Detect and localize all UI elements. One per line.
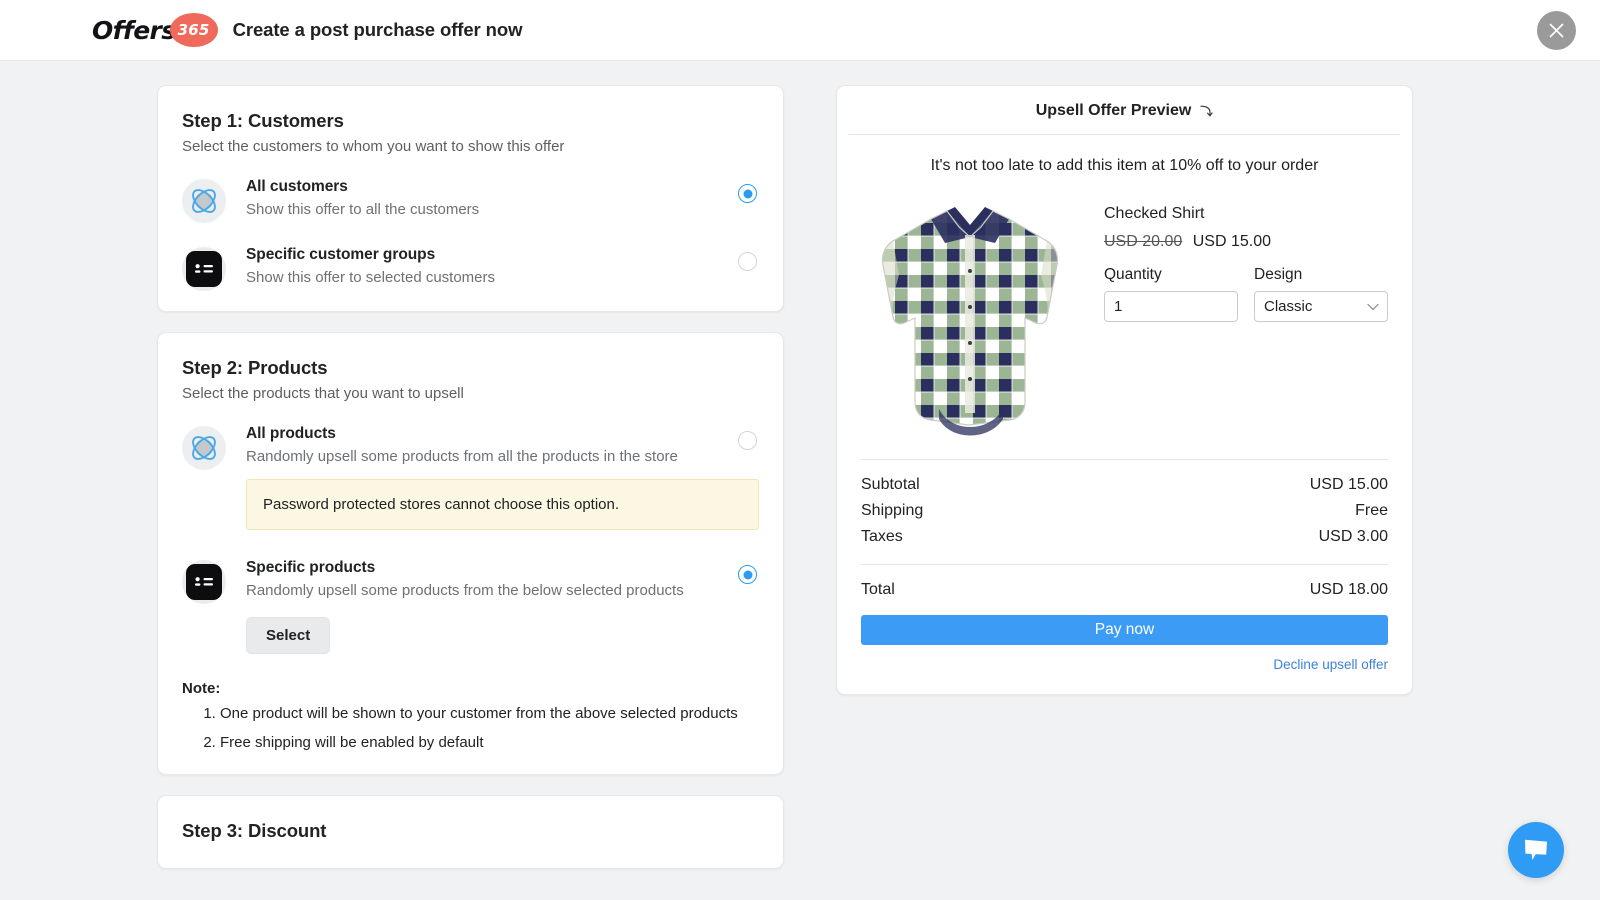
- note-list: One product will be shown to your custom…: [220, 703, 759, 754]
- grand-total-row: Total USD 18.00: [861, 577, 1388, 603]
- list-item: Free shipping will be enabled by default: [220, 732, 759, 755]
- redo-arrow-icon: [1199, 104, 1213, 118]
- option-desc: Randomly upsell some products from the b…: [246, 582, 759, 599]
- option-text: All products Randomly upsell some produc…: [246, 424, 759, 530]
- total-row: Taxes USD 3.00: [861, 524, 1388, 550]
- brand-badge: 365: [170, 13, 218, 47]
- pay-now-button[interactable]: Pay now: [861, 615, 1388, 645]
- chat-bubble-icon: [1522, 837, 1550, 863]
- product-name: Checked Shirt: [1104, 205, 1388, 223]
- radio-all-customers[interactable]: [738, 184, 757, 203]
- product-image-wrap: [861, 197, 1076, 445]
- price-original: USD 20.00: [1104, 233, 1182, 250]
- option-text: Specific products Randomly upsell some p…: [246, 558, 759, 654]
- total-value: Free: [1355, 502, 1388, 520]
- page-title: Create a post purchase offer now: [233, 19, 523, 41]
- option-text: Specific customer groups Show this offer…: [246, 245, 759, 286]
- total-value: USD 3.00: [1319, 528, 1388, 546]
- brand-logo: Offers 365: [92, 13, 218, 47]
- step-3-card: Step 3: Discount: [157, 795, 784, 869]
- password-protected-warning: Password protected stores cannot choose …: [246, 479, 759, 530]
- top-bar: Offers 365 Create a post purchase offer …: [0, 0, 1600, 61]
- option-title: All customers: [246, 178, 759, 196]
- total-label: Taxes: [861, 528, 903, 546]
- option-specific-customer-groups[interactable]: Specific customer groups Show this offer…: [182, 245, 759, 291]
- product-info: Checked Shirt USD 20.00 USD 15.00 Quanti…: [1076, 197, 1388, 445]
- design-field: Design Classic: [1254, 266, 1388, 322]
- preview-tagline: It's not too late to add this item at 10…: [837, 135, 1412, 181]
- list-item: One product will be shown to your custom…: [220, 703, 759, 726]
- decline-upsell-link[interactable]: Decline upsell offer: [861, 657, 1388, 672]
- step-1-subtitle: Select the customers to whom you want to…: [182, 138, 759, 155]
- steps-column: Step 1: Customers Select the customers t…: [157, 85, 784, 889]
- step-2-subtitle: Select the products that you want to ups…: [182, 385, 759, 402]
- brand-name: Offers: [92, 16, 176, 45]
- id-card-icon: [182, 247, 226, 291]
- option-desc: Randomly upsell some products from all t…: [246, 448, 759, 465]
- radio-all-products[interactable]: [738, 431, 757, 450]
- step-1-title: Step 1: Customers: [182, 110, 759, 132]
- step-3-title: Step 3: Discount: [182, 820, 759, 842]
- design-select-wrap: Classic: [1254, 291, 1388, 322]
- option-title: Specific products: [246, 559, 759, 577]
- order-totals: Subtotal USD 15.00 Shipping Free Taxes U…: [861, 459, 1388, 672]
- step-2-card: Step 2: Products Select the products tha…: [157, 332, 784, 775]
- option-all-customers[interactable]: All customers Show this offer to all the…: [182, 177, 759, 223]
- option-specific-products[interactable]: Specific products Randomly upsell some p…: [182, 558, 759, 654]
- preview-column: Upsell Offer Preview It's not too late t…: [836, 85, 1413, 695]
- divider: [861, 459, 1388, 460]
- option-desc: Show this offer to all the customers: [246, 201, 759, 218]
- id-card-icon: [182, 560, 226, 604]
- grand-total-label: Total: [861, 581, 895, 599]
- close-button[interactable]: [1537, 11, 1576, 50]
- quantity-field: Quantity: [1104, 266, 1238, 322]
- radio-specific-products[interactable]: [738, 565, 757, 584]
- product-options: Quantity Design Classic: [1104, 266, 1388, 322]
- chat-button[interactable]: [1508, 822, 1564, 878]
- upsell-preview-card: Upsell Offer Preview It's not too late t…: [836, 85, 1413, 695]
- option-all-products[interactable]: All products Randomly upsell some produc…: [182, 424, 759, 530]
- product-price: USD 20.00 USD 15.00: [1104, 233, 1388, 251]
- total-label: Shipping: [861, 502, 923, 520]
- option-text: All customers Show this offer to all the…: [246, 177, 759, 218]
- quantity-label: Quantity: [1104, 266, 1238, 284]
- quantity-input[interactable]: [1104, 291, 1238, 322]
- option-title: All products: [246, 425, 759, 443]
- divider: [861, 564, 1388, 565]
- preview-product-row: Checked Shirt USD 20.00 USD 15.00 Quanti…: [837, 181, 1412, 445]
- step-1-card: Step 1: Customers Select the customers t…: [157, 85, 784, 312]
- atom-orbit-icon: [182, 426, 226, 470]
- total-label: Subtotal: [861, 476, 920, 494]
- total-row: Subtotal USD 15.00: [861, 472, 1388, 498]
- option-title: Specific customer groups: [246, 246, 759, 264]
- checked-shirt-image: [869, 197, 1069, 445]
- price-current: USD 15.00: [1193, 233, 1271, 250]
- step-2-title: Step 2: Products: [182, 357, 759, 379]
- total-row: Shipping Free: [861, 498, 1388, 524]
- design-label: Design: [1254, 266, 1388, 284]
- design-select[interactable]: Classic: [1254, 291, 1388, 322]
- grand-total-value: USD 18.00: [1310, 581, 1388, 599]
- radio-specific-customer-groups[interactable]: [738, 252, 757, 271]
- total-value: USD 15.00: [1310, 476, 1388, 494]
- close-icon: [1548, 22, 1565, 39]
- option-desc: Show this offer to selected customers: [246, 269, 759, 286]
- main-canvas: Step 1: Customers Select the customers t…: [0, 61, 1600, 900]
- note-label: Note:: [182, 680, 759, 697]
- preview-header: Upsell Offer Preview: [849, 86, 1400, 135]
- select-products-button[interactable]: Select: [246, 617, 330, 654]
- preview-heading-text: Upsell Offer Preview: [1036, 102, 1192, 120]
- atom-orbit-icon: [182, 179, 226, 223]
